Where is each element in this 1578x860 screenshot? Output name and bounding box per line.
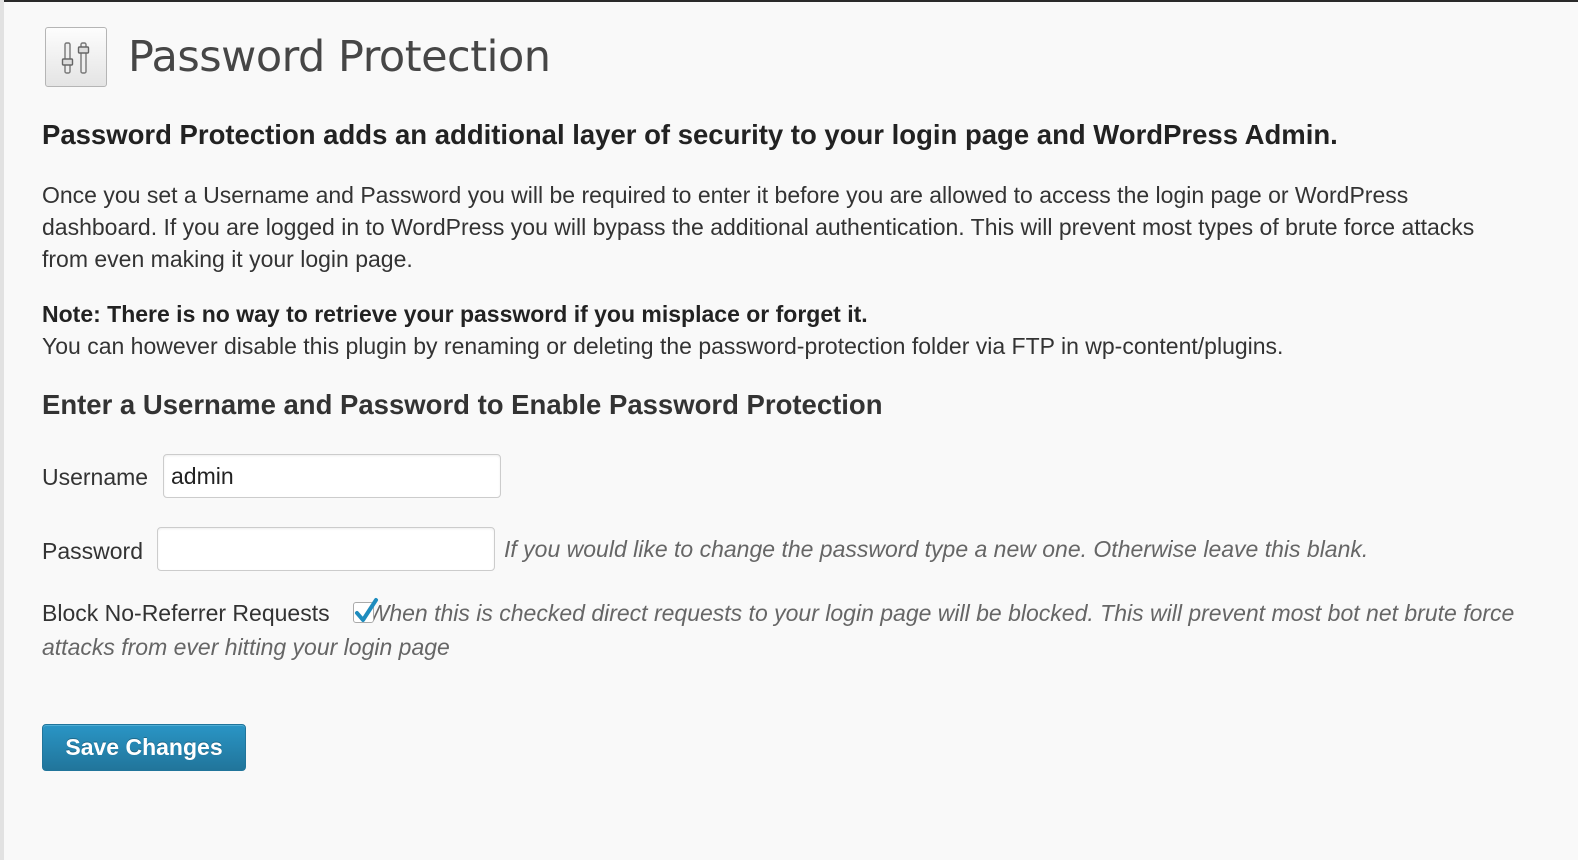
note-block: Note: There is no way to retrieve your p… [42,298,1283,362]
window-top-border [0,0,1578,2]
page-title: Password Protection [128,32,551,82]
block-no-referrer-checkbox[interactable] [353,598,378,623]
intro-description: Once you set a Username and Password you… [42,182,1475,272]
block-no-referrer-label: Block No-Referrer Requests [42,600,330,626]
block-no-referrer-row: Block No-Referrer Requests When this is c… [42,596,1537,664]
note-warning: Note: There is no way to retrieve your p… [42,301,868,327]
admin-menu-edge [0,0,4,860]
save-changes-button[interactable]: Save Changes [42,724,246,771]
password-hint: If you would like to change the password… [504,536,1369,562]
password-input[interactable] [157,527,495,571]
form-heading: Enter a Username and Password to Enable … [42,389,883,420]
plugin-settings-icon [45,27,107,87]
username-label: Username [42,464,149,490]
note-text: You can however disable this plugin by r… [42,333,1284,359]
page-header: Password Protection [45,27,551,87]
username-input[interactable] [163,454,501,498]
password-label: Password [42,538,143,564]
checkmark-icon [355,598,378,622]
intro-heading: Password Protection adds an additional l… [42,119,1338,150]
